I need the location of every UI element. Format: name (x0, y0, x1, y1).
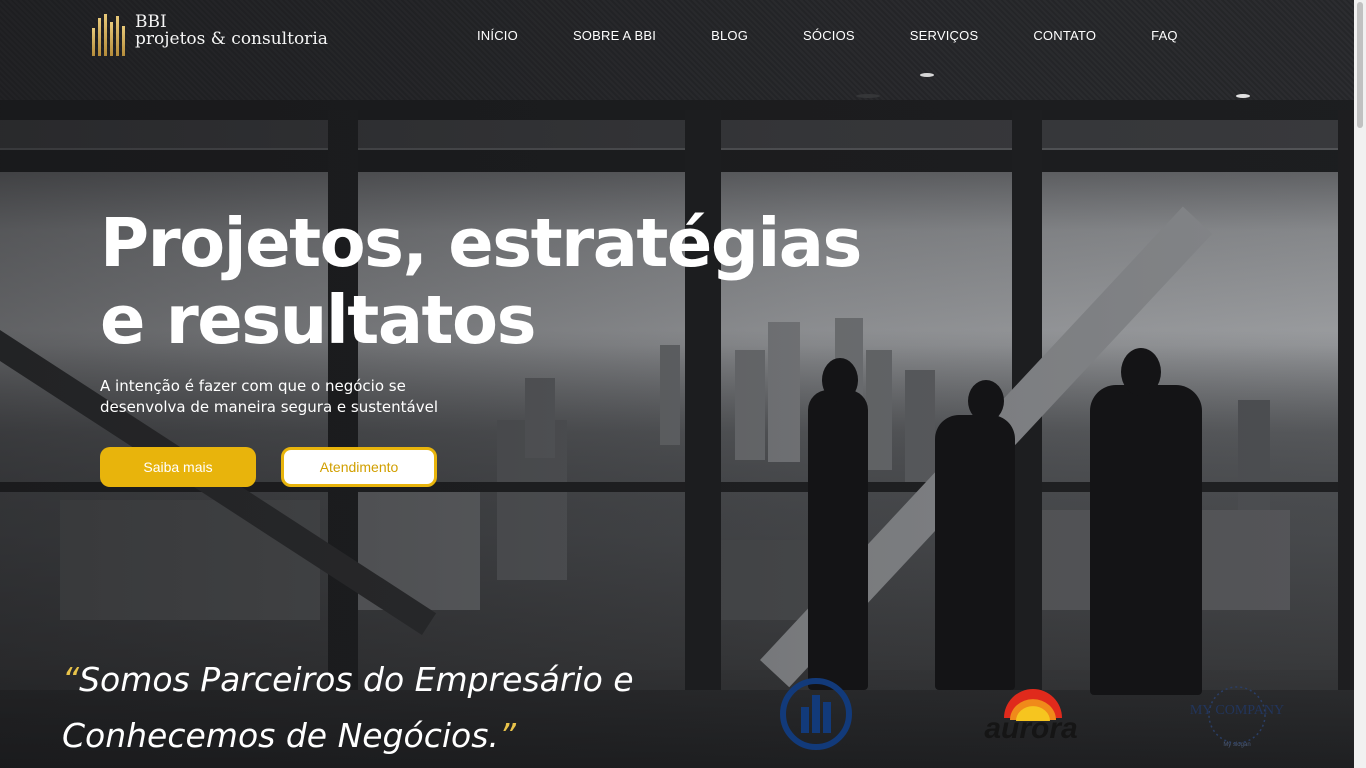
nav-item-inicio[interactable]: INÍCIO (477, 28, 518, 43)
main-nav: INÍCIO SOBRE A BBI BLOG SÓCIOS SERVIÇOS … (477, 28, 1178, 43)
nav-item-blog[interactable]: BLOG (711, 28, 748, 43)
brand-logo[interactable]: BBI projetos & consultoria (92, 14, 328, 56)
page-scrollbar[interactable] (1354, 0, 1366, 768)
nav-item-sobre[interactable]: SOBRE A BBI (573, 28, 656, 43)
partner-logo-aurora[interactable]: aurora (980, 688, 1082, 745)
quote-open-mark: “ (62, 660, 80, 699)
brand-name: BBI projetos & consultoria (135, 14, 328, 48)
hero-subtitle: A intenção é fazer com que o negócio se … (100, 376, 480, 418)
gold-bars-icon (92, 14, 125, 56)
scrollbar-thumb[interactable] (1357, 2, 1363, 128)
brand-name-line2: projetos & consultoria (135, 29, 328, 49)
nav-item-servicos[interactable]: SERVIÇOS (910, 28, 979, 43)
saiba-mais-button[interactable]: Saiba mais (100, 447, 256, 487)
quote-line1: “Somos Parceiros do Empresário e (62, 652, 634, 708)
quote-line2-text: Conhecemos de Negócios. (62, 716, 499, 755)
partner-quote: “Somos Parceiros do Empresário e Conhece… (62, 652, 634, 764)
quote-close-mark: ” (498, 716, 516, 755)
partner-logo-my-company[interactable]: MY COMPANY My slogan (1186, 683, 1288, 751)
hero-headline-line1: Projetos, estratégias (100, 204, 862, 282)
hero-headline-line2: e resultatos (100, 281, 536, 359)
partner-logo-allianz[interactable] (779, 677, 853, 751)
quote-line2: Conhecemos de Negócios.” (62, 708, 634, 764)
nav-item-socios[interactable]: SÓCIOS (803, 28, 855, 43)
hero-subtitle-line2: desenvolva de maneira segura e sustentáv… (100, 398, 439, 416)
my-company-slogan: My slogan (1223, 742, 1250, 748)
nav-item-faq[interactable]: FAQ (1151, 28, 1178, 43)
aurora-logo-icon: aurora (984, 689, 1078, 745)
allianz-logo-icon (780, 678, 852, 750)
nav-item-contato[interactable]: CONTATO (1033, 28, 1096, 43)
hero-headline: Projetos, estratégias e resultatos (100, 204, 862, 359)
quote-line1-text: Somos Parceiros do Empresário e (79, 660, 634, 699)
hero-subtitle-line1: A intenção é fazer com que o negócio se (100, 377, 406, 395)
my-company-wordmark: MY COMPANY (1190, 703, 1284, 718)
my-company-logo-icon: MY COMPANY My slogan (1190, 686, 1284, 748)
atendimento-button[interactable]: Atendimento (281, 447, 437, 487)
aurora-wordmark: aurora (984, 712, 1077, 744)
